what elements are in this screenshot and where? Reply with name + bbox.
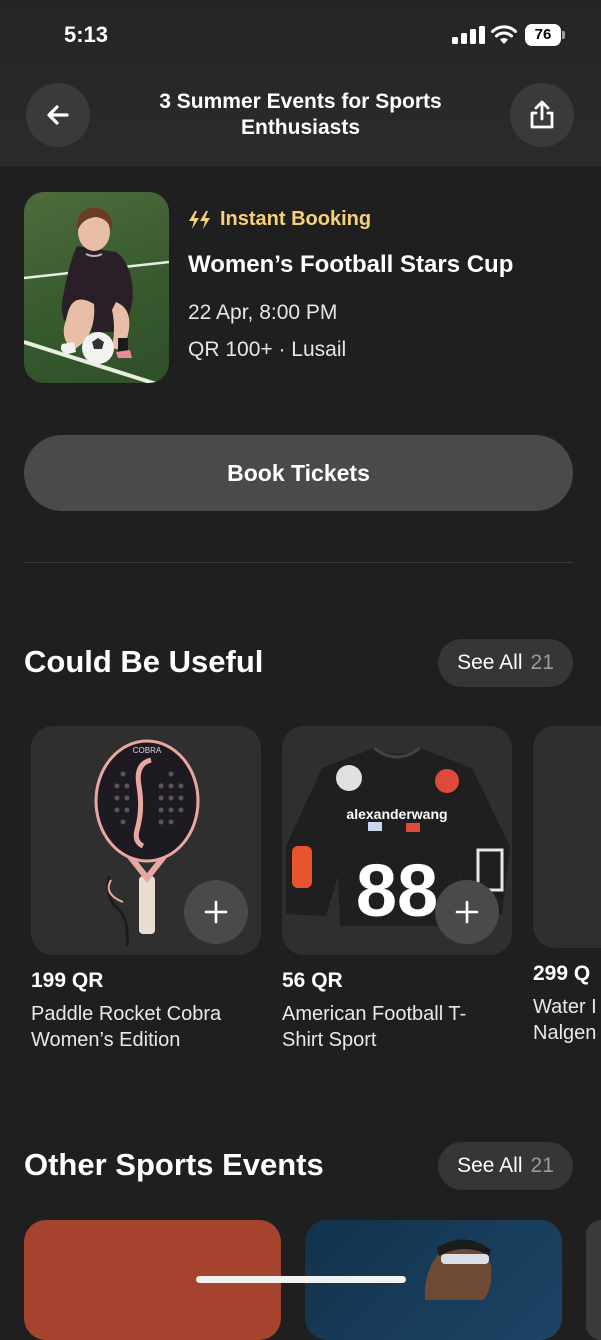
arrow-left-icon: [47, 105, 69, 125]
battery-icon: 76: [525, 24, 565, 46]
product-name-line: American Football T-: [282, 1003, 467, 1025]
product-name: Water I Nalgen: [533, 994, 601, 1046]
back-button[interactable]: [26, 83, 90, 147]
cellular-signal-icon: [452, 26, 486, 44]
section-title-other-events: Other Sports Events: [24, 1147, 324, 1182]
battery-level: 76: [525, 24, 561, 46]
see-all-count: 21: [530, 1154, 554, 1177]
event-price-location: QR 100+ · Lusail: [188, 338, 347, 361]
see-all-label: See All: [457, 651, 523, 674]
product-card-racket[interactable]: COBRA: [31, 726, 261, 955]
share-button[interactable]: [510, 83, 574, 147]
product-price: 199 QR: [31, 969, 104, 992]
instant-booking-label: Instant Booking: [220, 208, 372, 230]
book-tickets-button[interactable]: Book Tickets: [24, 435, 573, 511]
product-name-line: Shirt Sport: [282, 1029, 377, 1051]
product-name-line: Women’s Edition: [31, 1029, 181, 1051]
add-to-cart-button[interactable]: [184, 880, 248, 944]
see-all-label: See All: [457, 1154, 523, 1177]
divider: [24, 562, 573, 563]
lightning-icon: [189, 210, 210, 229]
jersey-number-text: 88: [356, 849, 438, 932]
see-all-count: 21: [530, 651, 554, 674]
see-all-events-button[interactable]: See All 21: [438, 1142, 573, 1190]
add-to-cart-button[interactable]: [435, 880, 499, 944]
product-name: Paddle Rocket Cobra Women’s Edition: [31, 1001, 261, 1053]
see-all-useful-button[interactable]: See All 21: [438, 639, 573, 687]
product-name: American Football T- Shirt Sport: [282, 1001, 512, 1053]
event-card[interactable]: [586, 1220, 601, 1340]
product-card-water-bottle[interactable]: [533, 726, 601, 948]
plus-icon: [204, 900, 228, 924]
event-image[interactable]: [24, 192, 169, 383]
product-price: 56 QR: [282, 969, 343, 992]
football-player-photo: [24, 207, 169, 383]
event-title[interactable]: Women’s Football Stars Cup: [188, 251, 513, 279]
home-indicator[interactable]: [196, 1276, 406, 1283]
event-date: 22 Apr, 8:00 PM: [188, 301, 338, 324]
plus-icon: [455, 900, 479, 924]
jersey-brand-text: alexanderwang: [346, 806, 447, 822]
event-photo: [424, 1239, 492, 1300]
instant-booking-badge: Instant Booking: [188, 208, 371, 231]
product-price: 299 Q: [533, 962, 591, 985]
racket-brand-text: COBRA: [133, 746, 162, 755]
product-name-line: Paddle Rocket Cobra: [31, 1003, 222, 1025]
wifi-icon: [491, 25, 517, 44]
page-title: 3 Summer Events for Sports Enthusiasts: [159, 90, 442, 139]
section-title-useful: Could Be Useful: [24, 644, 264, 679]
product-card-jersey[interactable]: alexanderwang 88: [282, 726, 512, 955]
status-time: 5:13: [64, 22, 109, 47]
product-name-line: Water I: [533, 996, 597, 1018]
share-icon: [530, 100, 554, 129]
product-name-line: Nalgen: [533, 1022, 597, 1044]
